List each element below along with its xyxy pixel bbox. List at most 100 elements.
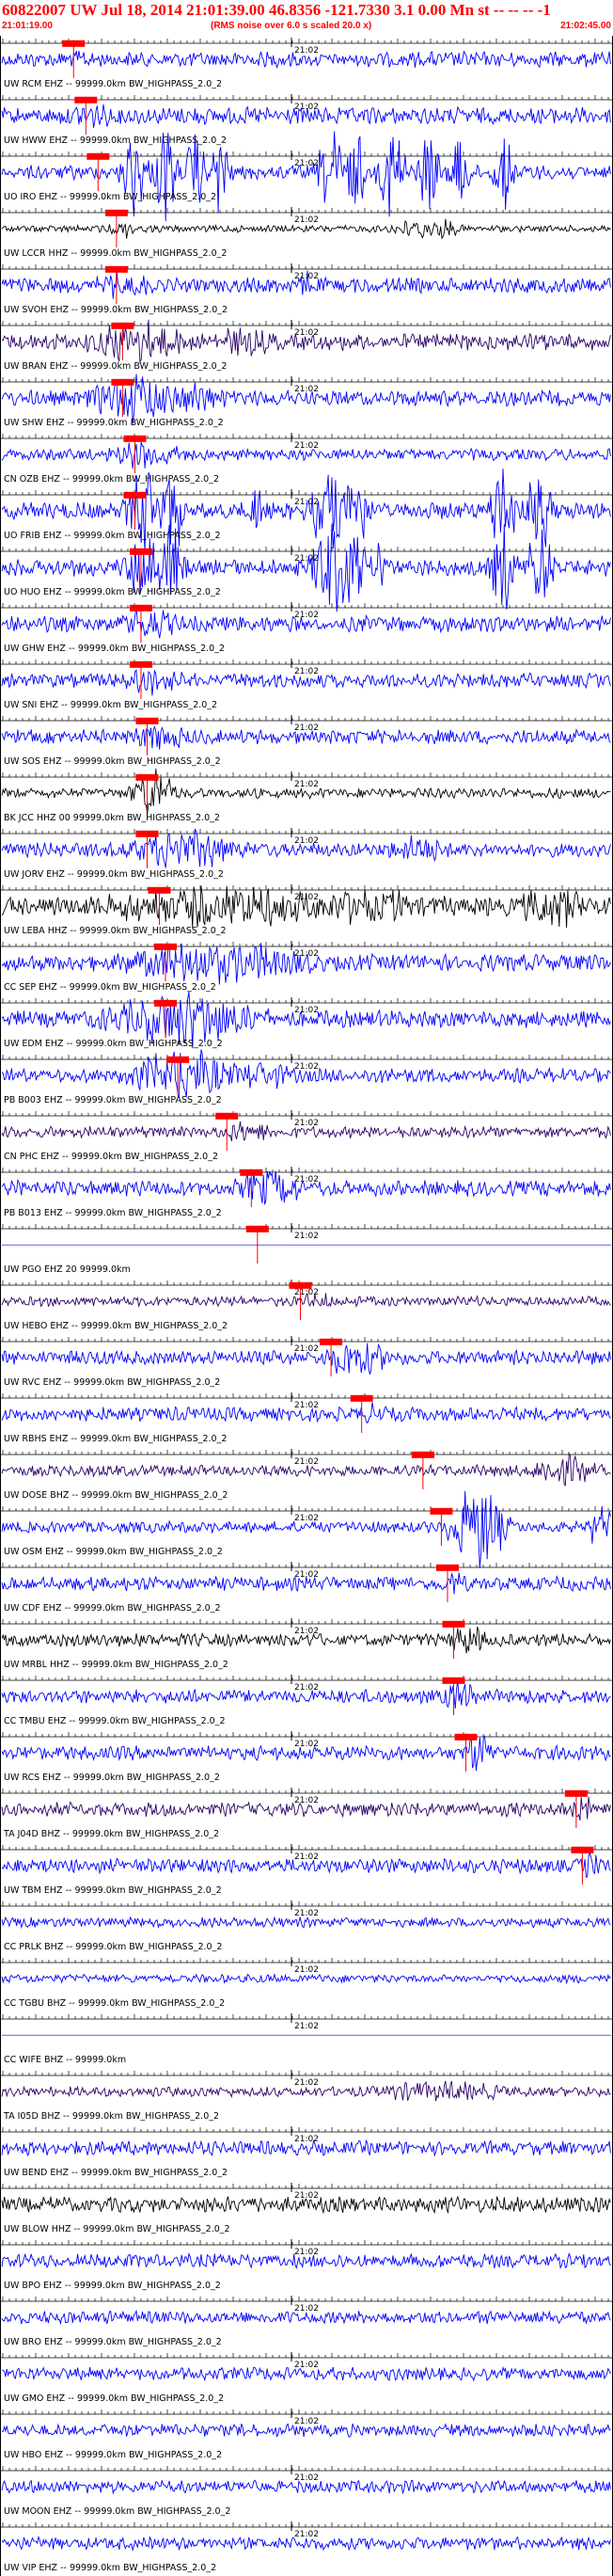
trace-row: 21:02UW HWW EHZ -- 99999.0km BW_HIGHPASS… (0, 94, 613, 146)
station-label: CC SEP EHZ -- 99999.0km BW_HIGHPASS_2.0_… (4, 982, 216, 993)
minute-label: 21:02 (294, 836, 319, 846)
station-label: UW HEBO EHZ -- 99999.0km BW_HIGHPASS_2.0… (4, 1321, 228, 1331)
trace-row: 21:02 UW RCM EHZ -- 99999.0km BW_HIGHPASS… (0, 38, 613, 89)
station-label: UW GMO EHZ -- 99999.0km BW_HIGHPASS_2.0_… (4, 2393, 224, 2404)
station-label: UO IRO EHZ -- 99999.0km BW_HIGHPASS_2.0_… (4, 192, 216, 202)
waveform (1, 1049, 611, 1099)
minute-label: 21:02 (294, 2022, 319, 2031)
trace-row: 21:02 UW GHW EHZ -- 99999.0km BW_HIGHPASS… (0, 602, 613, 654)
station-label: UW SOS EHZ -- 99999.0km BW_HIGHPASS_2.0_… (4, 756, 221, 767)
station-label: UW BPO EHZ -- 99999.0km BW_HIGHPASS_2.0_… (4, 2281, 221, 2291)
trace-row: 21:02 UW BEND EHZ -- 99999.0km BW_HIGHPAS… (0, 2126, 613, 2178)
minute-label: 21:02 (294, 780, 319, 789)
minute-label: 21:02 (294, 328, 319, 338)
station-label: UW SVOH EHZ -- 99999.0km BW_HIGHPASS_2.0… (4, 305, 228, 315)
station-label: UW PGO EHZ 20 99999.0km (4, 1264, 131, 1275)
station-label: UW SNI EHZ -- 99999.0km BW_HIGHPASS_2.0_… (4, 700, 217, 710)
trace-row: 21:02PB B013 EHZ -- 99999.0km BW_HIGHPAS… (0, 1167, 613, 1218)
minute-label: 21:02 (294, 2473, 319, 2483)
station-label: UO FRIB EHZ -- 99999.0km BW_HIGHPASS_2.0… (4, 531, 221, 541)
trace-row: 21:02 BK JCC HHZ 00 99999.0km BW_HIGHPASS… (0, 768, 613, 823)
station-label: UW LEBA HHZ -- 99999.0km BW_HIGHPASS_2.0… (4, 926, 227, 936)
station-label: CN PHC EHZ -- 99999.0km BW_HIGHPASS_2.0_… (4, 1152, 218, 1162)
trace-row: 21:02UW LEBA HHZ -- 99999.0km BW_HIGHPAS… (0, 884, 613, 936)
waveform (1, 2309, 611, 2326)
trace-row: 21:02UW SVOH EHZ -- 99999.0km BW_HIGHPAS… (0, 263, 613, 315)
station-label: UW DOSE BHZ -- 99999.0km BW_HIGHPASS_2.0… (4, 1490, 228, 1501)
trace-row: 21:02 UW MRBL HHZ -- 99999.0km BW_HIGHPAS… (0, 1618, 613, 1670)
start-time-label: 21:01:19.00 (2, 21, 53, 31)
minute-label: 21:02 (294, 46, 319, 56)
minute-label: 21:02 (294, 2135, 319, 2144)
trace-row: 21:02 UW SOS EHZ -- 99999.0km BW_HIGHPASS… (0, 715, 613, 767)
plot-header: 60822007 UW Jul 18, 2014 21:01:39.00 46.… (0, 0, 613, 36)
minute-label: 21:02 (294, 611, 319, 620)
station-label: BK JCC HHZ 00 99999.0km BW_HIGHPASS_2.0_… (4, 813, 220, 823)
station-label: UW JORV EHZ -- 99999.0km BW_HIGHPASS_2.0… (4, 869, 224, 880)
station-label: UW TBM EHZ -- 99999.0km BW_HIGHPASS_2.0_… (4, 1885, 222, 1896)
station-label: TA J04D BHZ -- 99999.0km BW_HIGHPASS_2.0… (3, 1829, 219, 1839)
trace-row: 21:02 PB B003 EHZ -- 99999.0km BW_HIGHPAS… (0, 1049, 613, 1105)
minute-label: 21:02 (294, 724, 319, 733)
end-time-label: 21:02:45.00 (560, 21, 611, 31)
minute-label: 21:02 (294, 1344, 319, 1354)
trace-row: 21:02 UW JORV EHZ -- 99999.0km BW_HIGHPAS… (0, 828, 613, 880)
waveform (1, 2195, 611, 2215)
trace-row: 21:02 UW RVC EHZ -- 99999.0km BW_HIGHPASS… (0, 1336, 613, 1388)
waveform (1, 1916, 611, 1930)
waveform (1, 2535, 611, 2552)
minute-label: 21:02 (294, 1965, 319, 1975)
minute-label: 21:02 (294, 2304, 319, 2314)
trace-row: 21:02 CN PHC EHZ -- 99999.0km BW_HIGHPASS… (0, 1110, 613, 1162)
station-label: UW RVC EHZ -- 99999.0km BW_HIGHPASS_2.0_… (4, 1377, 220, 1388)
station-label: UW VIP EHZ -- 99999.0km BW_HIGHPASS_2.0_… (4, 2563, 216, 2573)
minute-label: 21:02 (294, 2248, 319, 2257)
trace-row: 21:02UW CDF EHZ -- 99999.0km BW_HIGHPASS… (0, 1562, 613, 1614)
station-label: UW LCCR HHZ -- 99999.0km BW_HIGHPASS_2.0… (4, 248, 227, 259)
trace-row: 21:02UW BLOW HHZ -- 99999.0km BW_HIGHPAS… (0, 2183, 613, 2234)
trace-row: 21:02 UW PGO EHZ 20 99999.0km (0, 1223, 613, 1275)
station-label: UW BRO EHZ -- 99999.0km BW_HIGHPASS_2.0_… (4, 2337, 222, 2347)
minute-label: 21:02 (294, 1232, 319, 1241)
minute-label: 21:02 (294, 1909, 319, 1918)
minute-label: 21:02 (294, 1401, 319, 1410)
station-label: UW EDM EHZ -- 99999.0km BW_HIGHPASS_2.0_… (4, 1039, 223, 1049)
station-label: UW OSM EHZ -- 99999.0km BW_HIGHPASS_2.0_… (4, 1547, 223, 1557)
station-label: UW SHW EHZ -- 99999.0km BW_HIGHPASS_2.0_… (4, 418, 224, 428)
trace-row: 21:02 UW BPO EHZ -- 99999.0km BW_HIGHPASS… (0, 2239, 613, 2291)
trace-row: 21:02UW HEBO EHZ -- 99999.0km BW_HIGHPAS… (0, 1280, 613, 1331)
minute-label: 21:02 (294, 1796, 319, 1805)
station-label: CC TGBU BHZ -- 99999.0km BW_HIGHPASS_2.0… (4, 1998, 225, 2009)
station-label: CN OZB EHZ -- 99999.0km BW_HIGHPASS_2.0_… (4, 474, 219, 485)
trace-row: 21:02 UW EDM EHZ -- 99999.0km BW_HIGHPASS… (0, 992, 613, 1049)
trace-row: 21:02 TA J04D BHZ -- 99999.0km BW_HIGHPAS… (0, 1788, 613, 1839)
station-label: CC TMBU EHZ -- 99999.0km BW_HIGHPASS_2.0… (4, 1716, 226, 1726)
trace-row: 21:02 CN OZB EHZ -- 99999.0km BW_HIGHPASS… (0, 433, 613, 485)
trace-row: 21:02 UW LCCR HHZ -- 99999.0km BW_HIGHPAS… (0, 207, 613, 259)
minute-label: 21:02 (294, 554, 319, 564)
station-label: UW GHW EHZ -- 99999.0km BW_HIGHPASS_2.0_… (4, 644, 225, 654)
station-label: TA I05D BHZ -- 99999.0km BW_HIGHPASS_2.0… (3, 2111, 219, 2122)
station-label: UW BEND EHZ -- 99999.0km BW_HIGHPASS_2.0… (4, 2168, 228, 2178)
trace-row: 21:02 UW VIP EHZ -- 99999.0km BW_HIGHPASS… (0, 2521, 613, 2573)
trace-row: 21:02 UW HBO EHZ -- 99999.0km BW_HIGHPASS… (0, 2409, 613, 2460)
station-label: PB B003 EHZ -- 99999.0km BW_HIGHPASS_2.0… (4, 1095, 222, 1105)
trace-row: 21:02 UW BRO EHZ -- 99999.0km BW_HIGHPASS… (0, 2296, 613, 2347)
station-label: UW RCS EHZ -- 99999.0km BW_HIGHPASS_2.0_… (4, 1773, 220, 1783)
minute-label: 21:02 (294, 159, 319, 168)
minute-label: 21:02 (294, 441, 319, 451)
minute-label: 21:02 (294, 667, 319, 676)
trace-row: 21:02 UW TBM EHZ -- 99999.0km BW_HIGHPASS… (0, 1844, 613, 1896)
station-label: CC WIFE BHZ -- 99999.0km (4, 2055, 126, 2065)
station-label: UW HBO EHZ -- 99999.0km BW_HIGHPASS_2.0_… (4, 2450, 222, 2460)
trace-row: 21:02 UW MOON EHZ -- 99999.0km BW_HIGHPAS… (0, 2465, 613, 2517)
trace-row: 21:02 CC TMBU EHZ -- 99999.0km BW_HIGHPAS… (0, 1675, 613, 1726)
trace-row: 21:02UW OSM EHZ -- 99999.0km BW_HIGHPASS… (0, 1490, 613, 1568)
trace-row: 21:02UW RCS EHZ -- 99999.0km BW_HIGHPASS… (0, 1731, 613, 1783)
station-label: UW RBHS EHZ -- 99999.0km BW_HIGHPASS_2.0… (4, 1434, 227, 1444)
trace-row: 21:02 UW BRAN EHZ -- 99999.0km BW_HIGHPAS… (0, 319, 613, 372)
noise-note: (RMS noise over 6.0 s scaled 20.0 x) (211, 21, 372, 31)
station-label: UW BRAN EHZ -- 99999.0km BW_HIGHPASS_2.0… (4, 361, 227, 372)
trace-row: 21:02UW SHW EHZ -- 99999.0km BW_HIGHPASS… (0, 374, 613, 428)
station-label: UW CDF EHZ -- 99999.0km BW_HIGHPASS_2.0_… (4, 1603, 221, 1614)
